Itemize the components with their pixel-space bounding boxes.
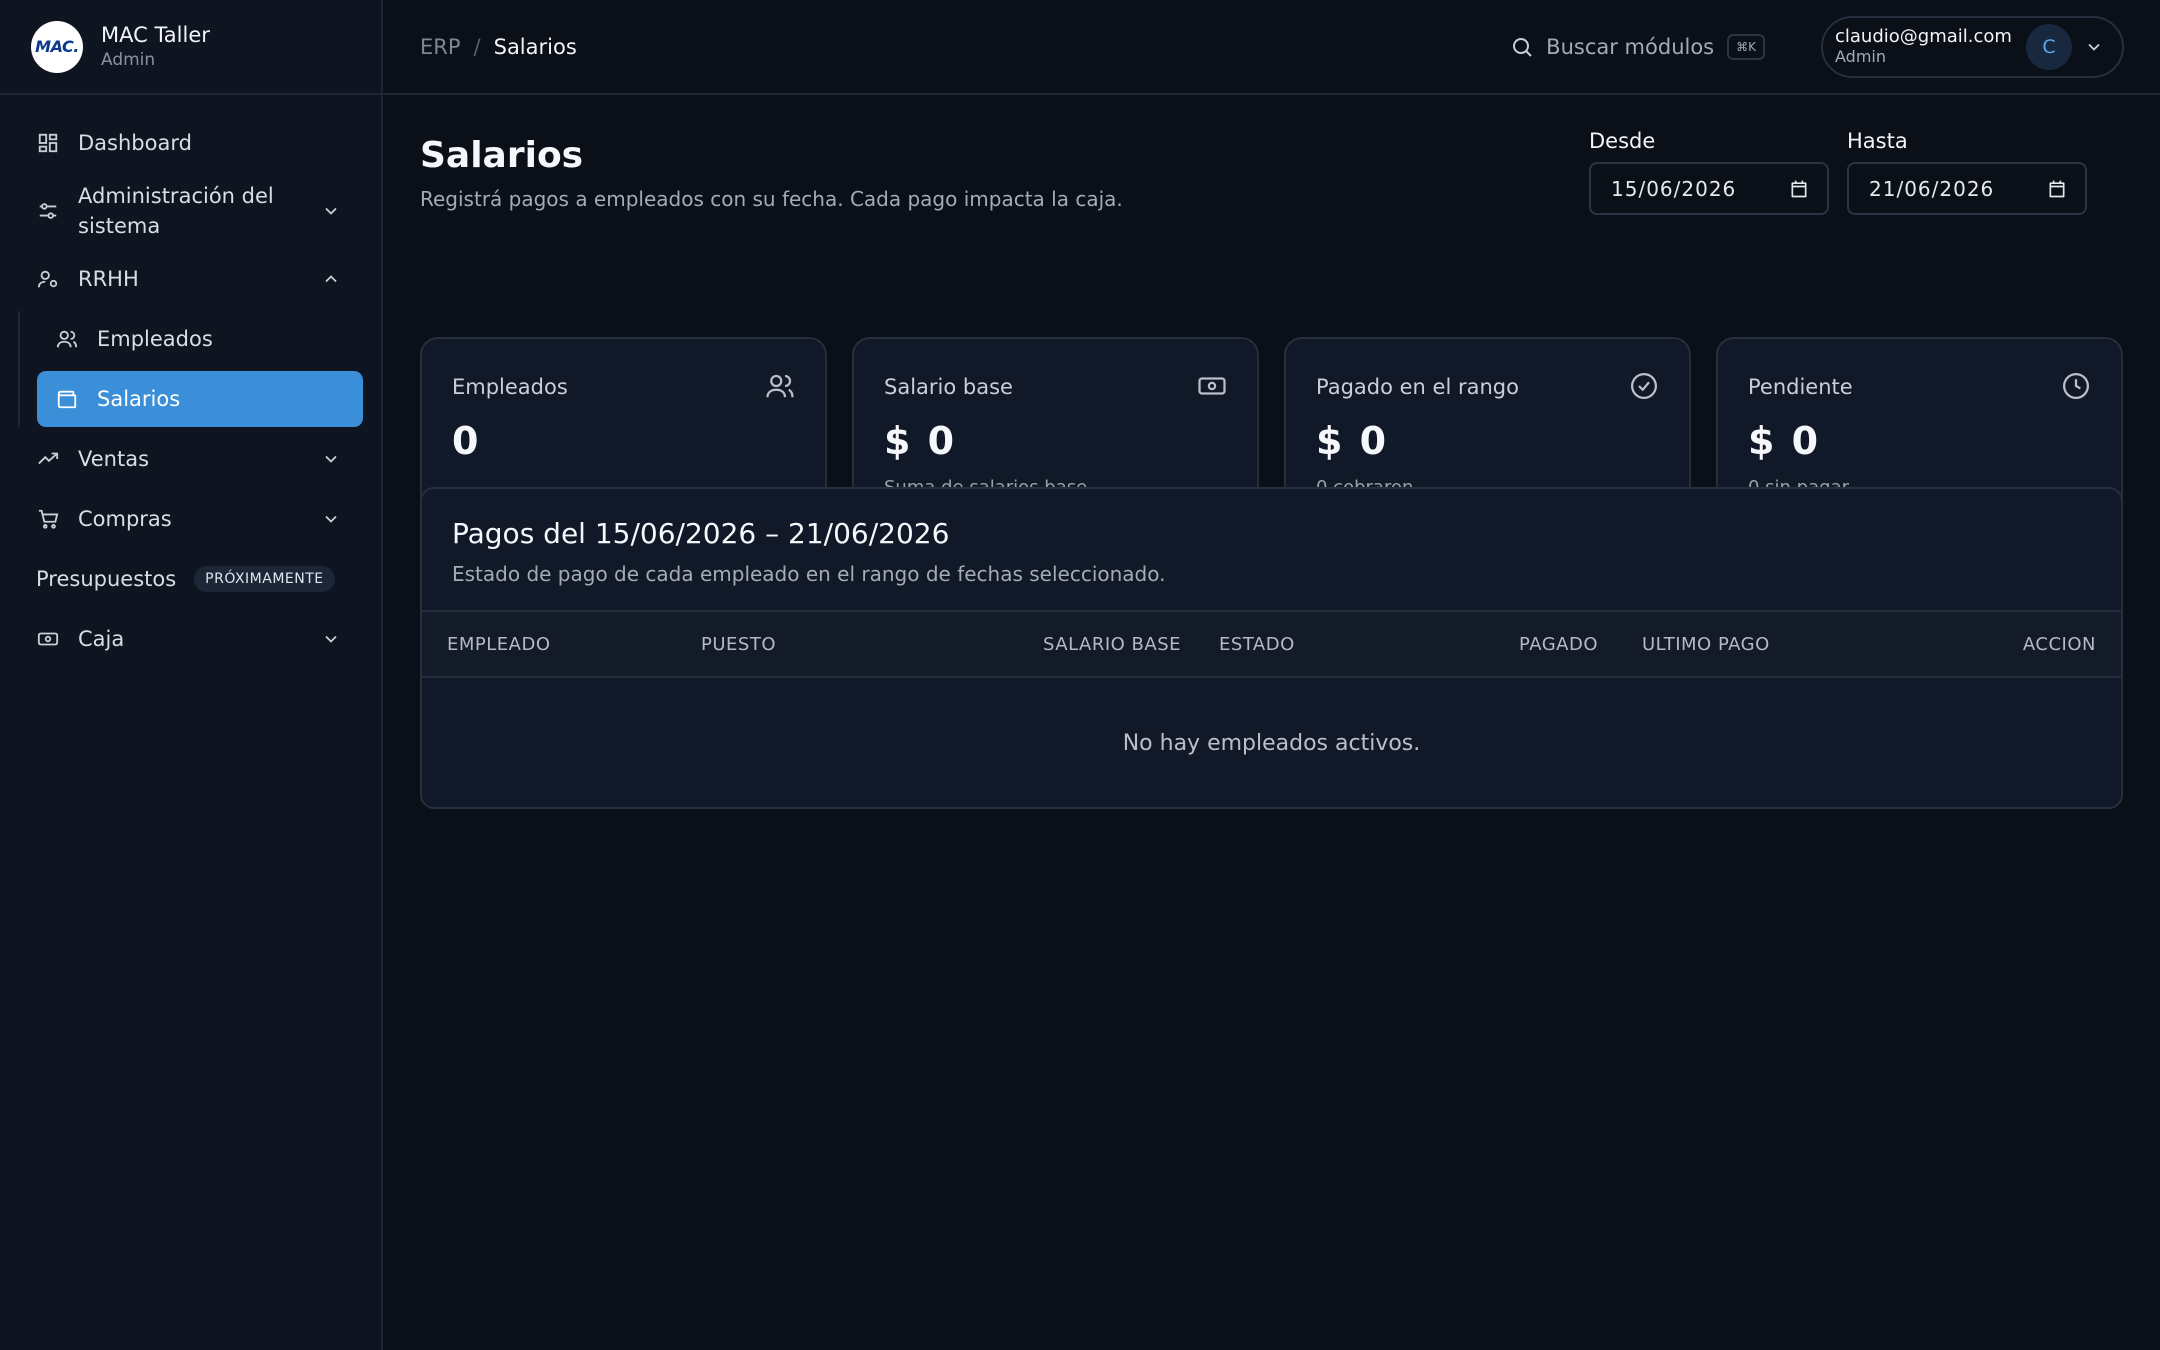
sidebar-item-rrhh[interactable]: RRHH [18, 251, 363, 307]
payments-title: Pagos del 15/06/2026 – 21/06/2026 [452, 517, 950, 550]
brand-role: Admin [101, 50, 156, 70]
sidebar-item-compras[interactable]: Compras [18, 491, 363, 547]
coming-soon-badge: PRÓXIMAMENTE [194, 566, 335, 592]
payments-table-header: EMPLEADO PUESTO SALARIO BASE ESTADO PAGA… [422, 610, 2121, 678]
column-header-accion[interactable]: ACCION [2023, 634, 2096, 655]
stat-label: Pendiente [1748, 375, 1853, 399]
sidebar-item-dashboard[interactable]: Dashboard [18, 115, 363, 171]
column-header-ultimo-pago[interactable]: ULTIMO PAGO [1642, 634, 1770, 655]
chevron-up-icon [321, 269, 341, 289]
column-header-empleado[interactable]: EMPLEADO [447, 634, 551, 655]
check-circle-icon [1629, 371, 1659, 401]
sidebar-item-empleados[interactable]: Empleados [37, 311, 363, 367]
users-icon [55, 327, 79, 351]
sidebar-item-label: Administración del sistema [78, 184, 274, 238]
chevron-down-icon [2084, 37, 2104, 57]
payments-panel: Pagos del 15/06/2026 – 21/06/2026 Estado… [420, 487, 2123, 809]
sidebar-item-label: RRHH [78, 267, 139, 291]
avatar: C [2026, 23, 2072, 70]
sidebar-item-label: Salarios [97, 387, 181, 411]
rrhh-submenu: Empleados Salarios [18, 311, 363, 427]
breadcrumb-root-link[interactable]: ERP [420, 35, 461, 59]
breadcrumb: ERP / Salarios [420, 35, 577, 59]
banknote-icon [1197, 371, 1227, 401]
column-header-pagado[interactable]: PAGADO [1519, 634, 1598, 655]
user-info: claudio@gmail.com Admin [1835, 26, 2026, 67]
brand[interactable]: MAC. MAC Taller Admin [0, 0, 381, 95]
sidebar-item-administracion[interactable]: Administración del sistema [18, 175, 363, 247]
sidebar: MAC. MAC Taller Admin Dashboard Administ… [0, 0, 383, 1350]
brand-text: MAC Taller Admin [101, 22, 210, 71]
column-header-estado[interactable]: ESTADO [1219, 634, 1295, 655]
date-from-input[interactable]: 15/06/2026 [1589, 162, 1829, 215]
wallet-icon [55, 387, 79, 411]
brand-name: MAC Taller [101, 23, 210, 47]
sidebar-item-label: Presupuestos [36, 567, 177, 591]
clock-icon [2061, 371, 2091, 401]
sliders-icon [36, 199, 60, 223]
date-from-label: Desde [1589, 129, 1656, 153]
empty-state-message: No hay empleados activos. [1122, 731, 1421, 756]
sidebar-item-label: Dashboard [78, 131, 192, 155]
user-menu[interactable]: claudio@gmail.com Admin C [1821, 15, 2124, 78]
breadcrumb-current: Salarios [493, 34, 577, 59]
trending-up-icon [36, 447, 60, 471]
calendar-icon[interactable] [1789, 179, 1809, 199]
column-header-puesto[interactable]: PUESTO [701, 634, 776, 655]
chevron-down-icon [321, 509, 341, 529]
sidebar-item-label: Ventas [78, 447, 150, 471]
sidebar-item-caja[interactable]: Caja [18, 611, 363, 667]
user-cog-icon [36, 267, 60, 291]
stat-value: $ 0 [1316, 419, 1389, 463]
topbar: ERP / Salarios Buscar módulos ⌘K claudio… [383, 0, 2160, 95]
stat-label: Salario base [884, 375, 1013, 399]
app-root: MAC. MAC Taller Admin Dashboard Administ… [0, 0, 2160, 1350]
stat-value: $ 0 [1748, 419, 1821, 463]
sidebar-item-presupuestos[interactable]: Presupuestos PRÓXIMAMENTE [18, 551, 363, 607]
payments-subtitle: Estado de pago de cada empleado en el ra… [452, 562, 1166, 586]
main-area: ERP / Salarios Buscar módulos ⌘K claudio… [383, 0, 2160, 1350]
payments-header: Pagos del 15/06/2026 – 21/06/2026 Estado… [422, 489, 2121, 610]
breadcrumb-separator: / [473, 34, 481, 59]
column-header-salario-base[interactable]: SALARIO BASE [1043, 634, 1181, 655]
sidebar-item-label: Compras [78, 507, 172, 531]
cart-icon [36, 507, 60, 531]
page-content: Salarios Registrá pagos a empleados con … [383, 95, 2160, 809]
sidebar-item-label: Caja [78, 627, 125, 651]
stat-label: Pagado en el rango [1316, 375, 1519, 399]
calendar-icon[interactable] [2047, 179, 2067, 199]
search-icon [1510, 35, 1534, 59]
stat-value: 0 [452, 419, 481, 463]
chevron-down-icon [321, 201, 341, 221]
submenu-divider [18, 311, 20, 427]
date-to-label: Hasta [1847, 129, 1908, 153]
page-header: Salarios Registrá pagos a empleados con … [420, 95, 2123, 243]
brand-logo: MAC. [31, 20, 83, 73]
users-icon [765, 371, 795, 401]
chevron-down-icon [321, 449, 341, 469]
sidebar-item-ventas[interactable]: Ventas [18, 431, 363, 487]
date-to-group: Hasta 21/06/2026 [1847, 129, 2087, 215]
search-label: Buscar módulos [1546, 34, 1715, 59]
stat-value: $ 0 [884, 419, 957, 463]
sidebar-nav: Dashboard Administración del sistema RRH… [0, 95, 381, 667]
grid-icon [36, 131, 60, 155]
page-title: Salarios [420, 135, 584, 176]
search-shortcut: ⌘K [1727, 33, 1765, 60]
date-from-value: 15/06/2026 [1611, 176, 1737, 201]
module-search-button[interactable]: Buscar módulos ⌘K [1510, 33, 1765, 60]
date-to-input[interactable]: 21/06/2026 [1847, 162, 2087, 215]
sidebar-item-label: Empleados [97, 327, 213, 351]
date-to-value: 21/06/2026 [1869, 176, 1995, 201]
sidebar-item-salarios[interactable]: Salarios [37, 371, 363, 427]
user-email: claudio@gmail.com [1835, 26, 2012, 47]
user-role: Admin [1835, 47, 1886, 66]
chevron-down-icon [321, 629, 341, 649]
cash-icon [36, 627, 60, 651]
page-subtitle: Registrá pagos a empleados con su fecha.… [420, 187, 1123, 211]
date-from-group: Desde 15/06/2026 [1589, 129, 1829, 215]
stat-label: Empleados [452, 375, 568, 399]
